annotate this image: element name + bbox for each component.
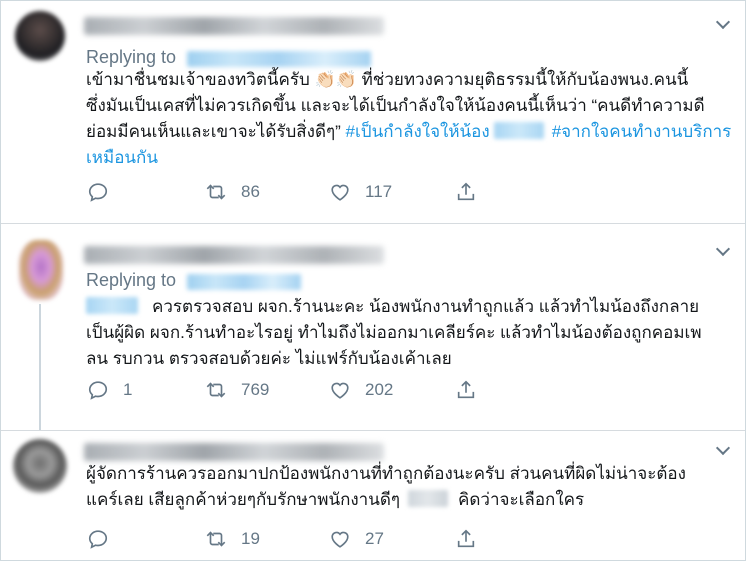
- reply-icon: [88, 183, 108, 202]
- tweet-text-line: แคร์เลย เสียลูกค้าห่วยๆกับรักษาพนักงานดี…: [86, 487, 736, 513]
- tweet-text-line: ซึ่งมันเป็นเคสที่ไม่ควรเกิดขึ้น และจะได้…: [86, 96, 705, 115]
- share-icon: [457, 529, 475, 548]
- retweet-button[interactable]: 19: [205, 528, 260, 550]
- reply-icon: [88, 530, 108, 549]
- replying-to-handle-redacted[interactable]: [187, 274, 301, 290]
- thread-line: [39, 304, 41, 430]
- retweet-button[interactable]: 769: [205, 379, 269, 401]
- tweet-actions: 1 769 202: [87, 379, 507, 403]
- hashtag-link-continued[interactable]: เหมือนกัน: [86, 145, 736, 171]
- avatar[interactable]: [19, 240, 63, 300]
- reply-button[interactable]: 1: [87, 379, 132, 401]
- tweet[interactable]: Replying to ควรตรวจสอบ ผจก.ร้านนะคะ น้อง…: [1, 224, 745, 430]
- replying-to-label: Replying to: [86, 47, 177, 67]
- replying-to-label: Replying to: [86, 270, 177, 290]
- retweet-count: 769: [241, 380, 270, 399]
- retweet-button[interactable]: 86: [205, 181, 260, 203]
- retweet-count: 19: [241, 529, 260, 548]
- redacted-mention[interactable]: [86, 297, 138, 314]
- tweet-actions: 86 117: [87, 181, 507, 205]
- heart-icon: [331, 382, 349, 399]
- display-name-redacted[interactable]: [84, 246, 384, 264]
- redacted-text: [493, 122, 544, 139]
- like-count: 27: [365, 529, 384, 548]
- tweet[interactable]: ผู้จัดการร้านควรออกมาปกป้องพนักงานที่ทำถ…: [1, 431, 745, 560]
- heart-icon: [331, 184, 349, 201]
- reply-icon: [88, 381, 108, 400]
- reply-button[interactable]: [87, 528, 123, 550]
- retweet-count: 86: [241, 182, 260, 201]
- reply-count: 1: [123, 380, 133, 399]
- tweet-text-line: ย่อมมีคนเห็นและเขาจะได้รับสิ่งดีๆ” #เป็น…: [86, 119, 736, 145]
- tweet-thread: Replying to เข้ามาชื่นชมเจ้าของทวิตนี้คร…: [0, 0, 746, 561]
- tweet-text: ผู้จัดการร้านควรออกมาปกป้องพนักงานที่ทำถ…: [86, 461, 736, 513]
- share-button[interactable]: [455, 181, 491, 203]
- tweet-text-fragment: ย่อมมีคนเห็นและเขาจะได้รับสิ่งดีๆ”: [86, 122, 346, 141]
- like-button[interactable]: 117: [329, 181, 392, 203]
- hashtag-link[interactable]: #จากใจคนทำงานบริการ: [552, 122, 732, 141]
- display-name-redacted[interactable]: [84, 17, 384, 35]
- tweet-actions: 19 27: [87, 528, 507, 552]
- redacted-text: [408, 490, 449, 507]
- tweet[interactable]: Replying to เข้ามาชื่นชมเจ้าของทวิตนี้คร…: [1, 1, 745, 220]
- tweet-text-fragment: คิดว่าจะเลือกใคร: [458, 490, 585, 509]
- share-icon: [457, 182, 475, 201]
- chevron-down-icon[interactable]: [715, 440, 731, 456]
- replying-to-handle-redacted[interactable]: [187, 51, 371, 67]
- share-button[interactable]: [455, 379, 491, 401]
- tweet-text-line: ควรตรวจสอบ ผจก.ร้านนะคะ น้องพนักงานทำถูก…: [86, 294, 736, 320]
- hashtag-link[interactable]: #เป็นกำลังใจให้น้อง: [346, 122, 490, 141]
- reply-button[interactable]: [87, 181, 123, 203]
- tweet-text: เข้ามาชื่นชมเจ้าของทวิตนี้ครับ 👏🏻👏🏻 ที่ช…: [86, 67, 736, 171]
- tweet-text-fragment: แคร์เลย เสียลูกค้าห่วยๆกับรักษาพนักงานดี…: [86, 490, 401, 509]
- heart-icon: [331, 531, 349, 548]
- chevron-down-icon[interactable]: [715, 241, 731, 257]
- like-button[interactable]: 202: [329, 379, 393, 401]
- share-icon: [457, 380, 475, 399]
- tweet-text-line: เข้ามาชื่นชมเจ้าของทวิตนี้ครับ 👏🏻👏🏻 ที่ช…: [86, 70, 689, 89]
- chevron-down-icon[interactable]: [715, 14, 731, 30]
- like-count: 117: [365, 182, 393, 201]
- tweet-text-line: ผู้จัดการร้านควรออกมาปกป้องพนักงานที่ทำถ…: [86, 464, 686, 483]
- avatar[interactable]: [13, 439, 67, 493]
- tweet-text: ควรตรวจสอบ ผจก.ร้านนะคะ น้องพนักงานทำถูก…: [86, 294, 736, 372]
- tweet-text-line: ลน รบกวน ตรวจสอบด้วยค่ะ ไม่แฟร์กับน้องเค…: [86, 349, 452, 368]
- avatar[interactable]: [15, 11, 65, 61]
- retweet-icon: [206, 531, 226, 547]
- display-name-redacted[interactable]: [84, 443, 384, 461]
- like-count: 202: [365, 380, 394, 399]
- tweet-text-line: เป็นผู้ผิด ผจก.ร้านทำอะไรอยู่ ทำไมถึงไม่…: [86, 323, 702, 342]
- retweet-icon: [206, 382, 226, 398]
- retweet-icon: [206, 184, 226, 200]
- tweet-text-fragment: ควรตรวจสอบ ผจก.ร้านนะคะ น้องพนักงานทำถูก…: [152, 297, 700, 316]
- share-button[interactable]: [455, 528, 491, 550]
- like-button[interactable]: 27: [329, 528, 384, 550]
